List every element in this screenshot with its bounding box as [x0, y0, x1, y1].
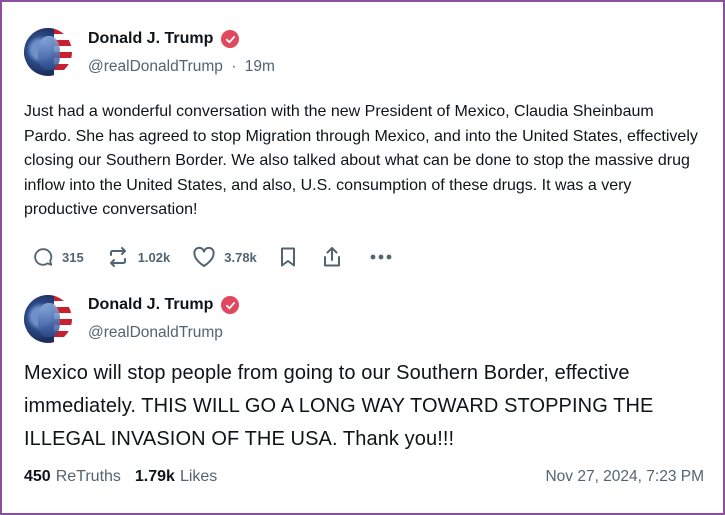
retruth-button[interactable]: 1.02k	[106, 246, 171, 268]
reply-icon	[32, 246, 54, 268]
reply-button[interactable]: 315	[32, 246, 84, 268]
more-button[interactable]	[369, 253, 393, 261]
share-icon	[321, 245, 343, 269]
verified-badge-icon	[221, 30, 240, 48]
post-timestamp[interactable]: Nov 27, 2024, 7:23 PM	[545, 468, 704, 486]
action-bar: 315 1.02k 3.78k	[32, 244, 415, 270]
author-row: Donald J. Trump	[88, 30, 240, 48]
reply-count: 315	[62, 249, 84, 265]
retruth-icon	[106, 246, 130, 268]
author-handle[interactable]: @realDonaldTrump	[88, 58, 223, 75]
retruths-label[interactable]: ReTruths	[56, 468, 121, 486]
post-time[interactable]: 19m	[245, 58, 275, 75]
heart-icon	[192, 246, 216, 268]
bookmark-icon	[279, 246, 297, 268]
likes-label[interactable]: Likes	[180, 468, 217, 486]
verified-badge-icon	[221, 296, 240, 314]
author-handle[interactable]: @realDonaldTrump	[88, 324, 223, 342]
bookmark-button[interactable]	[279, 246, 297, 268]
post-text: Just had a wonderful conversation with t…	[24, 103, 698, 218]
more-icon	[369, 253, 393, 261]
share-button[interactable]	[321, 245, 343, 269]
avatar[interactable]	[24, 28, 72, 76]
retruth-count: 1.02k	[137, 249, 171, 265]
screenshot-frame: Donald J. Trump @realDonaldTrump · 19m J…	[0, 0, 725, 515]
author-name[interactable]: Donald J. Trump	[88, 296, 213, 314]
like-button[interactable]: 3.78k	[192, 246, 257, 268]
likes-count[interactable]: 1.79k	[135, 468, 175, 486]
avatar[interactable]	[24, 295, 72, 343]
author-handle-row: @realDonaldTrump · 19m	[88, 58, 275, 76]
post-stats: 450 ReTruths 1.79k Likes Nov 27, 2024, 7…	[24, 468, 704, 486]
post-text: Mexico will stop people from going to ou…	[24, 362, 654, 450]
separator-dot: ·	[231, 58, 237, 75]
author-name[interactable]: Donald J. Trump	[88, 30, 213, 48]
retruths-count[interactable]: 450	[24, 468, 51, 486]
author-row: Donald J. Trump	[88, 296, 240, 314]
like-count: 3.78k	[224, 249, 257, 265]
